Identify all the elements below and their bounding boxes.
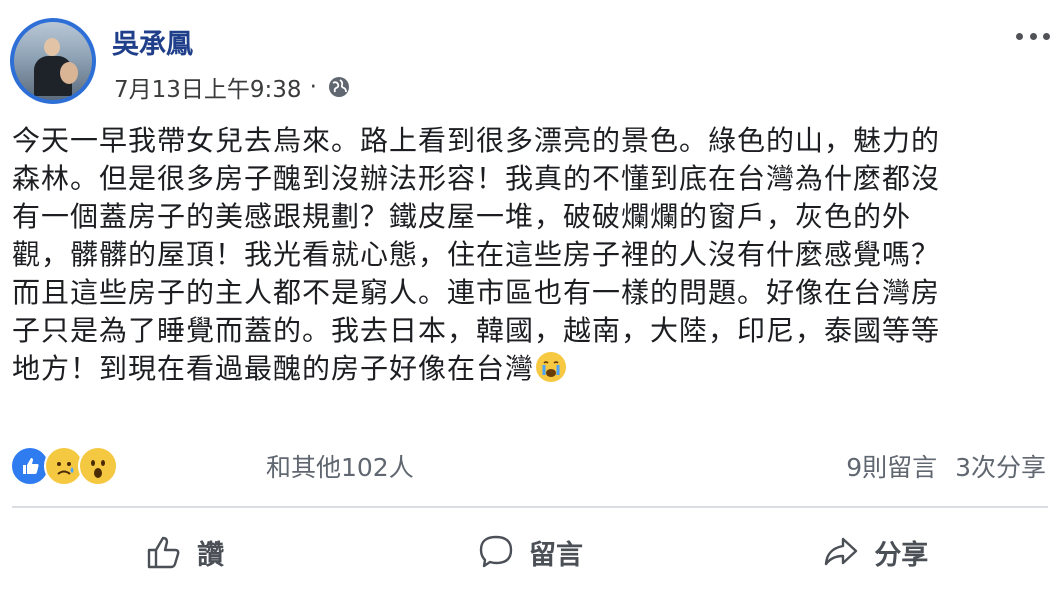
post-text-line: 地方！到現在看過最醜的房子好像在台灣 [12, 352, 535, 385]
post-text: 今天一早我帶女兒去烏來。路上看到很多漂亮的景色。綠色的山，魅力的 森林。但是很多… [12, 122, 1052, 388]
author-name[interactable]: 吳承鳳 [112, 22, 193, 61]
post-text-line: 而且這些房子的主人都不是窮人。連市區也有一樣的問題。好像在台灣房 [12, 276, 941, 309]
thumbs-up-icon [147, 536, 180, 569]
comment-button[interactable]: 留言 [357, 518, 702, 586]
crying-face-icon [536, 352, 567, 382]
post-timestamp[interactable]: 7月13日上午9:38 [114, 70, 302, 104]
wow-reaction-icon [78, 446, 118, 486]
share-label: 分享 [874, 539, 929, 571]
globe-icon[interactable] [327, 75, 351, 99]
divider [12, 506, 1048, 508]
post-text-line: 觀，髒髒的屋頂！我光看就心態，住在這些房子裡的人沒有什麼感覺嗎？ [12, 238, 941, 271]
more-options-icon[interactable] [1016, 26, 1050, 46]
like-button[interactable]: 讚 [12, 518, 357, 586]
author-avatar[interactable] [10, 18, 96, 104]
share-button[interactable]: 分享 [703, 518, 1048, 586]
comment-count[interactable]: 9則留言 [846, 448, 937, 484]
meta-separator: · [309, 74, 317, 100]
avatar-child [60, 62, 78, 84]
action-bar: 讚 留言 分享 [12, 518, 1048, 586]
post-stats: 9則留言 3次分享 [846, 448, 1046, 484]
reaction-count[interactable]: 和其他102人 [266, 448, 414, 484]
more-dot [1043, 32, 1050, 40]
reaction-icons[interactable] [10, 446, 118, 486]
share-arrow-icon [825, 537, 858, 566]
more-dot [1029, 32, 1037, 40]
share-count[interactable]: 3次分享 [955, 448, 1046, 484]
post-text-line-last: 地方！到現在看過最醜的房子好像在台灣 [12, 350, 1052, 388]
post-text-line: 今天一早我帶女兒去烏來。路上看到很多漂亮的景色。綠色的山，魅力的 [12, 124, 941, 157]
avatar-person-head [44, 38, 60, 56]
post-meta: 7月13日上午9:38 · [114, 70, 351, 104]
post-text-line: 森林。但是很多房子醜到沒辦法形容！我真的不懂到底在台灣為什麼都沒 [12, 162, 941, 195]
avatar-photo [14, 22, 92, 100]
post-text-line: 有一個蓋房子的美感跟規劃？鐵皮屋一堆，破破爛爛的窗戶，灰色的外 [12, 200, 912, 233]
more-dot [1016, 32, 1023, 40]
comment-label: 留言 [528, 539, 583, 571]
post-text-line: 子只是為了睡覺而蓋的。我去日本，韓國，越南，大陸，印尼，泰國等等 [12, 314, 941, 347]
comment-icon [479, 535, 513, 568]
like-label: 讚 [197, 539, 225, 571]
